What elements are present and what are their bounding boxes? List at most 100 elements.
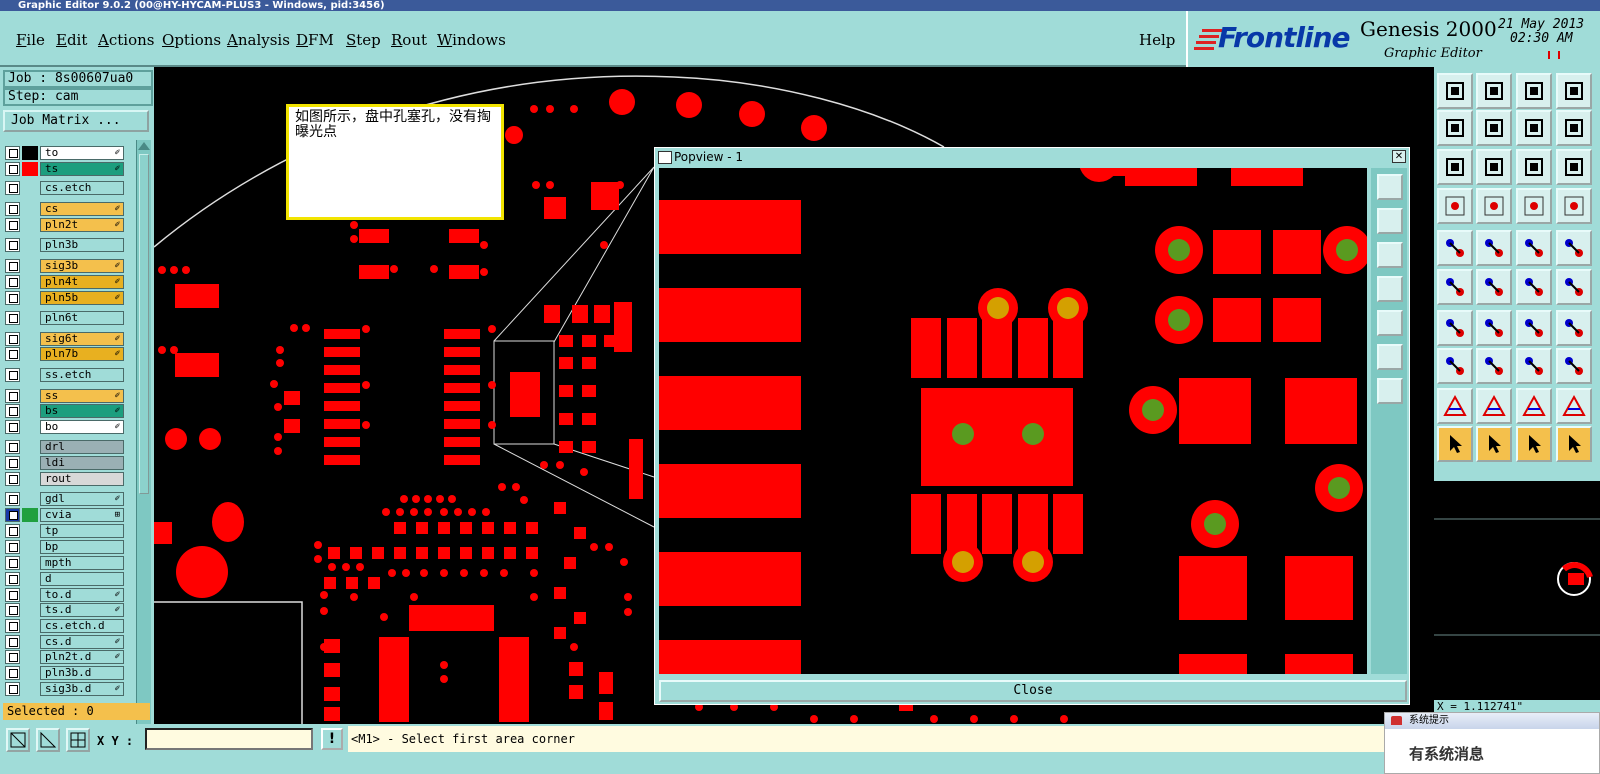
add-slot-button[interactable]	[1476, 348, 1512, 384]
layer-checkbox[interactable]	[5, 259, 20, 273]
layer-name[interactable]: pln3b.d	[40, 666, 124, 680]
layer-name[interactable]: pln7b ✐	[40, 347, 124, 361]
layer-checkbox[interactable]	[5, 635, 20, 649]
break-button[interactable]	[1556, 269, 1592, 305]
menu-file[interactable]: File	[16, 31, 45, 49]
popview-pan-down-button[interactable]	[1377, 242, 1403, 268]
layer-name[interactable]: bs ✐	[40, 404, 124, 418]
triangle-a-button[interactable]	[1437, 388, 1473, 424]
popview-zoom-in-button[interactable]	[1377, 174, 1403, 200]
layer-row-cs-etch[interactable]: cs.etch	[5, 181, 124, 195]
layer-checkbox[interactable]	[5, 291, 20, 305]
layer-row-mpth[interactable]: mpth	[5, 556, 124, 570]
layer-row-cs-d[interactable]: cs.d ✐	[5, 635, 124, 649]
zoom-1-2-button[interactable]	[1516, 149, 1552, 185]
popview-zoom-out-button[interactable]	[1377, 344, 1403, 370]
layer-color-swatch[interactable]	[22, 202, 38, 216]
layer-checkbox[interactable]	[5, 456, 20, 470]
layer-row-ldi[interactable]: ldi	[5, 456, 124, 470]
layer-checkbox[interactable]	[5, 146, 20, 160]
menu-analysis[interactable]: Analysis	[227, 31, 290, 49]
grid-button[interactable]	[66, 728, 90, 752]
layer-color-swatch[interactable]	[22, 347, 38, 361]
layer-row-pln2t-d[interactable]: pln2t.d ✐	[5, 650, 124, 664]
layer-color-swatch[interactable]	[22, 650, 38, 664]
menu-rout[interactable]: Rout	[391, 31, 427, 49]
layer-row-sig3b[interactable]: sig3b ✐	[5, 259, 124, 273]
layer-name[interactable]: rout	[40, 472, 124, 486]
layer-checkbox[interactable]	[5, 238, 20, 252]
layer-row-cvia[interactable]: cvia ⊞	[5, 508, 124, 522]
alert-button[interactable]: !	[321, 728, 343, 750]
snap-button[interactable]	[1437, 188, 1473, 224]
layer-name[interactable]: cs.etch	[40, 181, 124, 195]
shape-edit-button[interactable]	[1556, 348, 1592, 384]
layer-name[interactable]: pln3b	[40, 238, 124, 252]
menu-dfm[interactable]: DFM	[296, 31, 334, 49]
add-arc-button[interactable]	[1437, 310, 1473, 346]
menu-step[interactable]: Step	[346, 31, 381, 49]
layer-name[interactable]: mpth	[40, 556, 124, 570]
layer-name[interactable]: pln2t.d ✐	[40, 650, 124, 664]
layer-name[interactable]: sig6t ✐	[40, 332, 124, 346]
layer-color-swatch[interactable]	[22, 218, 38, 232]
layer-name[interactable]: to.d ✐	[40, 588, 124, 602]
layer-name[interactable]: pln6t	[40, 311, 124, 325]
layer-row-ts[interactable]: ts ✐	[5, 162, 124, 176]
layer-color-swatch[interactable]	[22, 238, 38, 252]
popview-close-button[interactable]: Close	[659, 680, 1407, 702]
popview-close-x-button[interactable]: ✕	[1392, 150, 1406, 163]
menu-edit[interactable]: Edit	[56, 31, 87, 49]
layer-row-bs[interactable]: bs ✐	[5, 404, 124, 418]
layer-color-swatch[interactable]	[22, 456, 38, 470]
layer-checkbox[interactable]	[5, 440, 20, 454]
layer-checkbox[interactable]	[5, 202, 20, 216]
layer-color-swatch[interactable]	[22, 603, 38, 617]
draw-line-button[interactable]	[1476, 310, 1512, 346]
layer-row-bp[interactable]: bp	[5, 540, 124, 554]
layer-row-bo[interactable]: bo ✐	[5, 420, 124, 434]
layer-checkbox[interactable]	[5, 682, 20, 696]
layer-name[interactable]: sig3b ✐	[40, 259, 124, 273]
layer-color-swatch[interactable]	[22, 524, 38, 538]
layer-checkbox[interactable]	[5, 472, 20, 486]
pan-up-button[interactable]	[1437, 73, 1473, 109]
layer-color-swatch[interactable]	[22, 404, 38, 418]
layer-color-swatch[interactable]	[22, 635, 38, 649]
layer-checkbox[interactable]	[5, 389, 20, 403]
pan-left-button[interactable]	[1437, 110, 1473, 146]
triangle-d-button[interactable]	[1556, 388, 1592, 424]
pan-down-button[interactable]	[1476, 73, 1512, 109]
layer-compare-button[interactable]	[1556, 188, 1592, 224]
layer-color-swatch[interactable]	[22, 440, 38, 454]
layer-row-pln4t[interactable]: pln4t ✐	[5, 275, 124, 289]
menu-windows[interactable]: Windows	[437, 31, 506, 49]
layer-color-swatch[interactable]	[22, 311, 38, 325]
rotate-button[interactable]	[1516, 310, 1552, 346]
layer-row-pln2t[interactable]: pln2t ✐	[5, 218, 124, 232]
layer-color-swatch[interactable]	[22, 420, 38, 434]
layer-color-swatch[interactable]	[22, 572, 38, 586]
xy-input[interactable]	[145, 728, 313, 750]
layer-name[interactable]: ts ✐	[40, 162, 124, 176]
resize-button[interactable]	[1516, 348, 1552, 384]
layer-name[interactable]: cvia ⊞	[40, 508, 124, 522]
layer-row-pln3b[interactable]: pln3b	[5, 238, 124, 252]
pan-right-button[interactable]	[1476, 110, 1512, 146]
layer-row-pln7b[interactable]: pln7b ✐	[5, 347, 124, 361]
mirror-button[interactable]	[1556, 310, 1592, 346]
layer-color-swatch[interactable]	[22, 389, 38, 403]
menu-help[interactable]: Help	[1139, 31, 1175, 49]
layer-checkbox[interactable]	[5, 404, 20, 418]
layer-checkbox[interactable]	[5, 540, 20, 554]
layer-checkbox[interactable]	[5, 650, 20, 664]
layer-color-swatch[interactable]	[22, 492, 38, 506]
zoom-center-button[interactable]	[1476, 149, 1512, 185]
layer-checkbox[interactable]	[5, 508, 20, 522]
move-point-button[interactable]	[1516, 269, 1552, 305]
layer-checkbox[interactable]	[5, 556, 20, 570]
layer-row-cs-etch-d[interactable]: cs.etch.d	[5, 619, 124, 633]
layer-checkbox[interactable]	[5, 368, 20, 382]
layer-row-ss[interactable]: ss ✐	[5, 389, 124, 403]
layer-row-tp[interactable]: tp	[5, 524, 124, 538]
